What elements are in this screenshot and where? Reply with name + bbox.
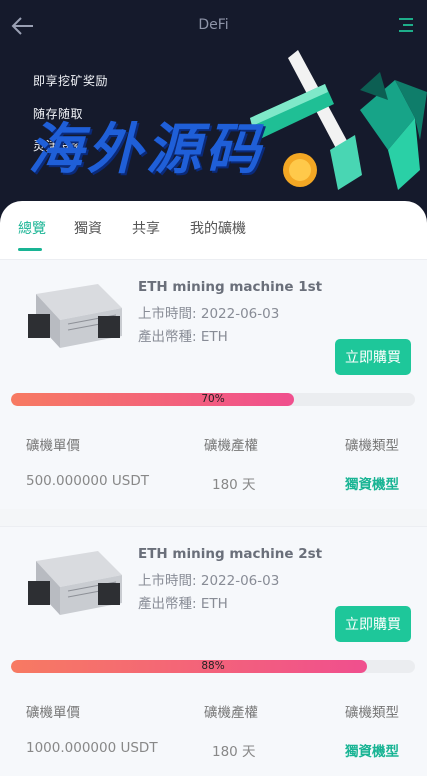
menu-button[interactable] [397,16,415,34]
coin-row: 產出幣種: ETH [138,592,228,612]
price-value: 500.000000 USDT [26,473,149,489]
price-label: 礦機單價 [26,438,80,454]
coin-label: 產出幣種: [138,329,197,345]
type-value: 獨資機型 [345,477,399,493]
banner-slogan: 即享挖矿奖励 [33,74,109,88]
product-card: ETH mining machine 2st 上市時間: 2022-06-03 … [0,526,427,776]
type-label: 礦機類型 [345,705,399,721]
progress-percent: 88% [201,660,225,672]
mining-machine-image [28,551,122,615]
listed-date-row: 上市時間: 2022-06-03 [138,302,279,322]
listed-label: 上市時間: [138,306,197,322]
listed-date-row: 上市時間: 2022-06-03 [138,569,279,589]
price-value: 1000.000000 USDT [26,740,158,756]
listed-date: 2022-06-03 [200,573,280,589]
type-value: 獨資機型 [345,744,399,760]
buy-now-button[interactable]: 立即購買 [335,339,411,375]
watermark-text: 海外源码 [28,116,265,181]
tab-overview[interactable]: 總覽 [18,218,46,238]
product-name: ETH mining machine 1st [138,279,323,295]
tab-shared[interactable]: 共享 [132,218,160,238]
listed-date: 2022-06-03 [200,306,280,322]
coin-row: 產出幣種: ETH [138,325,228,345]
listed-label: 上市時間: [138,573,197,589]
type-label: 礦機類型 [345,438,399,454]
term-label: 礦機產權 [204,438,258,454]
term-value: 180 天 [212,744,256,760]
product-card: ETH mining machine 1st 上市時間: 2022-06-03 … [0,259,427,509]
tab-bar: 總覽 獨資 共享 我的礦機 [0,201,427,259]
coin-value: ETH [200,329,228,345]
page-title: DeFi [198,17,229,33]
price-label: 礦機單價 [26,705,80,721]
sales-progress-bar: 70% [11,393,415,406]
active-tab-indicator [18,248,42,251]
term-value: 180 天 [212,477,256,493]
coin-label: 產出幣種: [138,596,197,612]
term-label: 礦機產權 [204,705,258,721]
menu-lines-icon [399,18,413,32]
coin-value: ETH [200,596,228,612]
tab-my-miners[interactable]: 我的礦機 [190,218,246,238]
progress-percent: 70% [201,393,225,405]
tab-solo[interactable]: 獨資 [74,218,102,238]
top-bar: DeFi [0,0,427,52]
sales-progress-bar: 88% [11,660,415,673]
product-name: ETH mining machine 2st [138,546,323,562]
buy-now-button[interactable]: 立即購買 [335,606,411,642]
mining-machine-image [28,284,122,348]
